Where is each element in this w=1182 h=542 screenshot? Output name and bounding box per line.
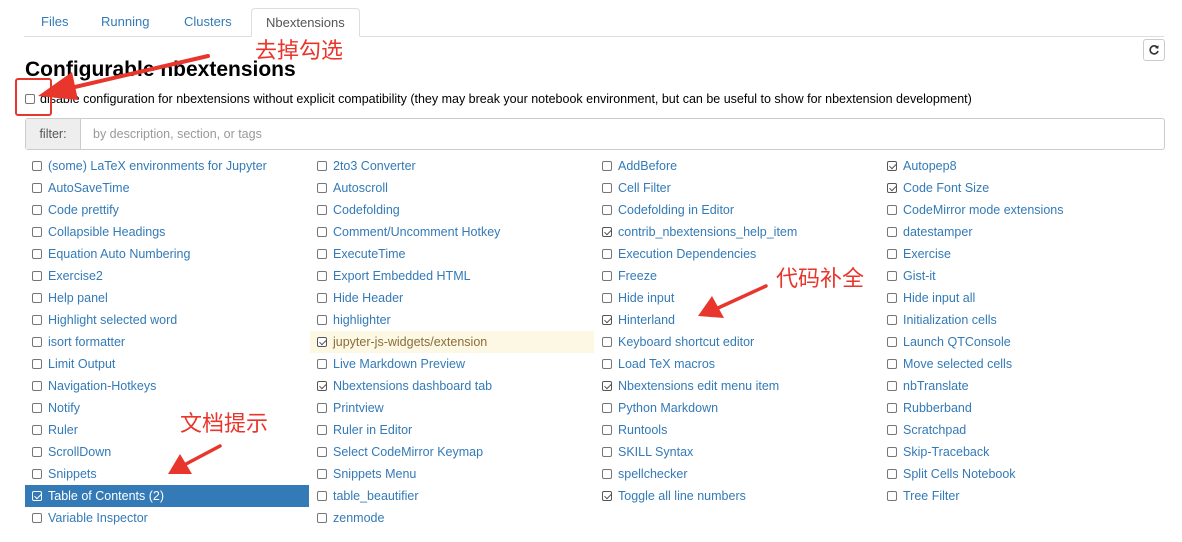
annotation-arrow-uncheck [38, 54, 210, 100]
annotation-arrow-autocomplete [698, 284, 768, 318]
annotation-arrows [38, 54, 768, 474]
annotation-arrow-doc-hint [168, 444, 222, 474]
